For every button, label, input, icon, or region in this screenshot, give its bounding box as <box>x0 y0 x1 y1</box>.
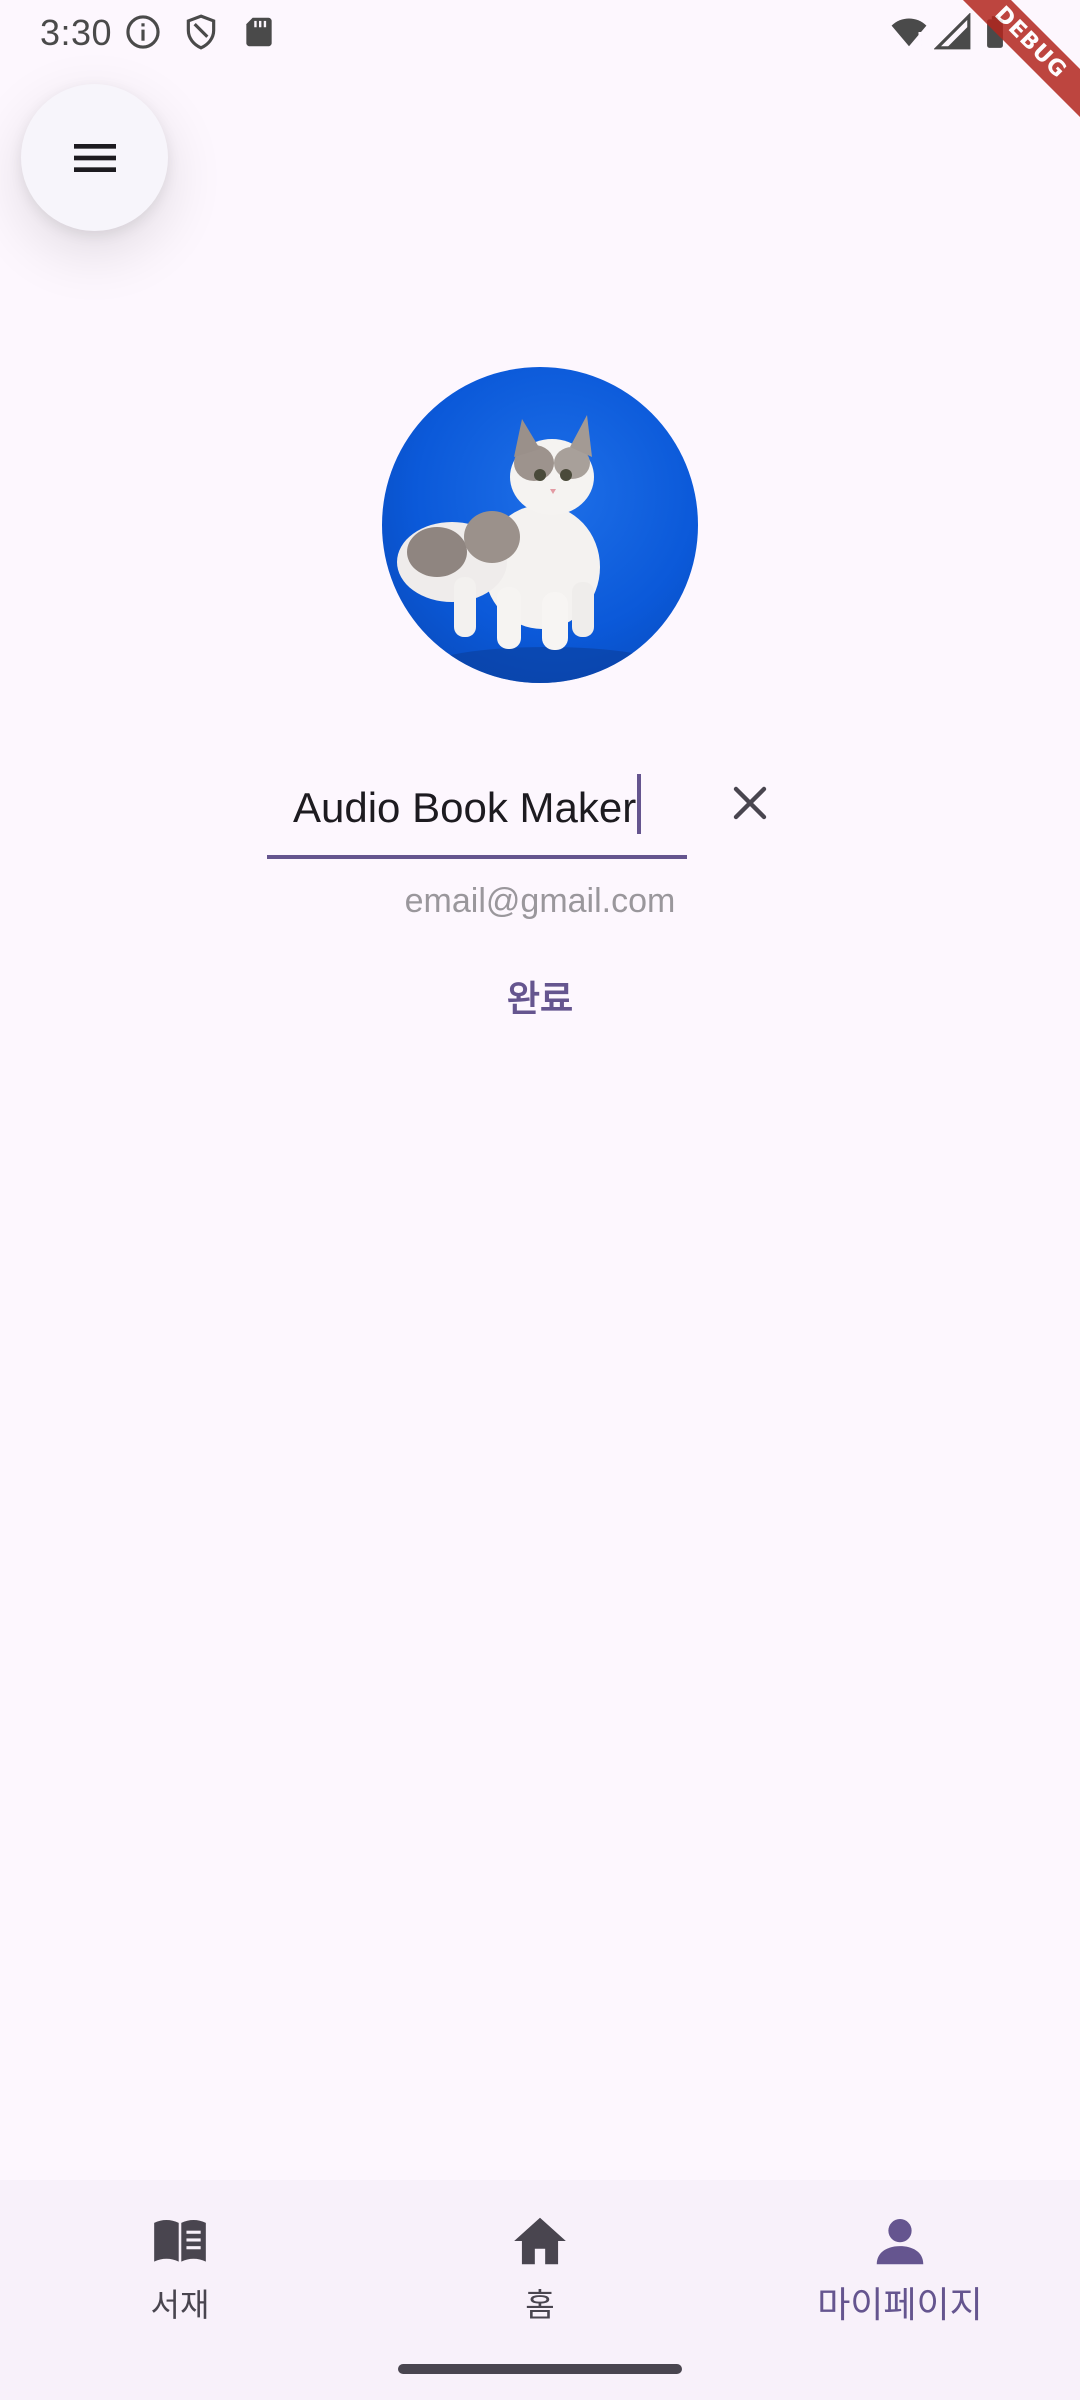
menu-icon <box>73 143 116 172</box>
book-icon <box>149 2210 211 2272</box>
name-text: Audio Book Maker <box>293 784 637 831</box>
nav-label-mypage: 마이페이지 <box>817 2285 983 2326</box>
menu-button[interactable] <box>21 84 168 231</box>
profile-avatar[interactable] <box>382 367 698 683</box>
signal-icon <box>934 13 972 51</box>
name-field-value: Audio Book Maker <box>293 774 642 834</box>
nav-item-home[interactable]: 홈 <box>360 2180 720 2350</box>
name-field[interactable]: Audio Book Maker <box>267 750 687 860</box>
home-icon <box>509 2210 571 2272</box>
nav-label-home: 홈 <box>525 2286 555 2324</box>
sd-card-icon <box>240 13 278 51</box>
text-caret <box>637 774 642 834</box>
gesture-bar[interactable] <box>398 2364 682 2374</box>
kitten-photo <box>397 415 667 683</box>
wifi-alert-icon <box>890 13 928 51</box>
email-text: email@gmail.com <box>0 882 1080 921</box>
person-icon <box>869 2210 931 2272</box>
status-bar: 3:30 <box>0 0 1080 64</box>
close-icon <box>733 786 767 820</box>
name-field-underline <box>267 855 687 859</box>
nav-label-library: 서재 <box>150 2286 210 2324</box>
nav-item-library[interactable]: 서재 <box>0 2180 360 2350</box>
clear-name-button[interactable] <box>712 765 788 841</box>
done-button[interactable]: 완료 <box>460 960 620 1032</box>
nav-item-mypage[interactable]: 마이페이지 <box>720 2180 1080 2350</box>
status-time: 3:30 <box>40 12 113 53</box>
info-icon <box>124 13 162 51</box>
email-value: email@gmail.com <box>404 882 676 920</box>
shield-icon <box>182 13 220 51</box>
